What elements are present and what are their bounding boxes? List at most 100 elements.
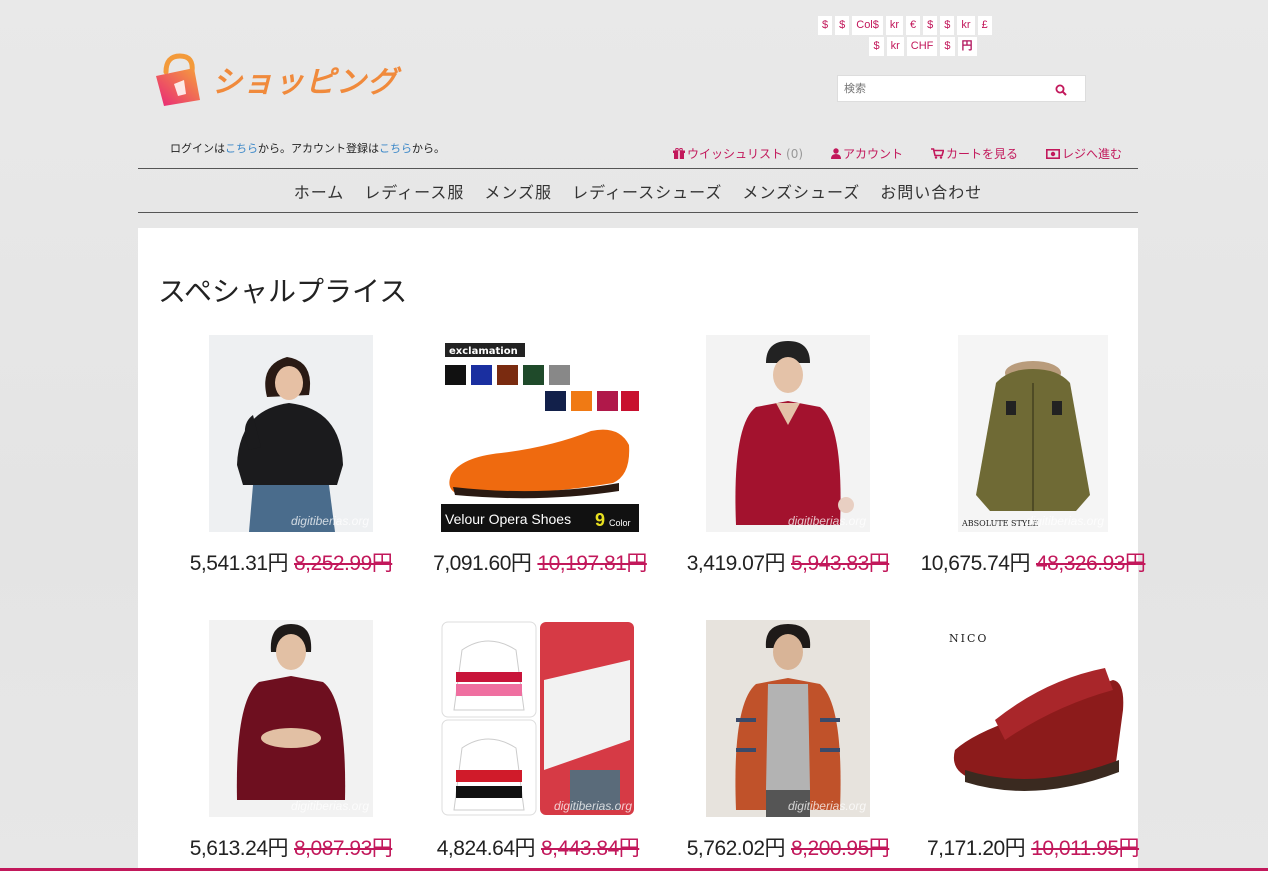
man-plaid-shirt-image xyxy=(706,620,870,817)
image-caption-color: Color xyxy=(609,518,631,528)
currency-option[interactable]: Col$ xyxy=(852,16,883,35)
product-card[interactable]: digitiberias.org 5,613.24円 8,087.93円 xyxy=(171,620,411,862)
current-price: 7,171.20円 xyxy=(926,837,1026,860)
product-image[interactable]: digitiberias.org xyxy=(209,620,373,817)
nav-item-ladies-shoes[interactable]: レディースシューズ xyxy=(572,179,722,203)
current-price: 5,762.02円 xyxy=(686,837,786,860)
red-leather-sandal-image: NICO xyxy=(935,620,1131,817)
orange-opera-shoe-image: exclamation Velour Opera Shoes 9 Color xyxy=(441,335,639,532)
watermark: digitiberias.org xyxy=(787,799,866,813)
section-title: スペシャルプライス xyxy=(158,275,408,308)
old-price: 8,252.99円 xyxy=(294,552,393,575)
currency-option-active[interactable]: 円 xyxy=(957,37,977,56)
product-image[interactable]: ABSOLUTE STYLE digitiberias.org xyxy=(958,335,1108,532)
current-price: 7,091.60円 xyxy=(433,552,532,575)
current-price: 3,419.07円 xyxy=(686,552,786,575)
currency-option[interactable]: kr xyxy=(886,37,904,56)
product-card[interactable]: digitiberias.org 5,541.31円 8,252.99円 xyxy=(171,335,411,577)
wishlist-link[interactable]: ウイッシュリスト (0) xyxy=(673,145,803,162)
watermark: digitiberias.org xyxy=(1025,514,1104,528)
currency-row-1: $ $ Col$ kr € $ $ kr £ xyxy=(818,16,1028,35)
brand-text: exclamation xyxy=(449,346,518,357)
product-image[interactable]: digitiberias.org xyxy=(706,335,870,532)
checkout-link[interactable]: レジへ進む xyxy=(1046,145,1122,162)
currency-option[interactable]: CHF xyxy=(906,37,938,56)
old-price: 5,943.83円 xyxy=(791,552,890,575)
cart-label: カートを見る xyxy=(946,147,1019,161)
currency-option[interactable]: $ xyxy=(818,16,833,35)
currency-option[interactable]: $ xyxy=(835,16,850,35)
currency-option[interactable]: kr xyxy=(957,16,975,35)
checkout-label: レジへ進む xyxy=(1062,147,1123,161)
login-link[interactable]: こちら xyxy=(225,142,258,155)
product-card[interactable]: exclamation Velour Opera Shoes 9 Color 7… xyxy=(420,335,660,577)
man-red-sweater-image xyxy=(706,335,870,532)
product-price: 5,762.02円 8,200.95円 xyxy=(668,832,908,862)
search-input[interactable] xyxy=(842,81,1046,96)
old-price: 48,326.93円 xyxy=(1036,552,1146,575)
currency-option[interactable]: $ xyxy=(923,16,938,35)
old-price: 10,197.81円 xyxy=(537,552,647,575)
product-image[interactable]: digitiberias.org xyxy=(706,620,870,817)
nav-item-ladies-clothes[interactable]: レディース服 xyxy=(364,179,464,203)
woman-black-hoodie-image xyxy=(209,335,373,532)
login-prefix: ログインは xyxy=(170,142,225,155)
product-card[interactable]: ABSOLUTE STYLE digitiberias.org 10,675.7… xyxy=(913,335,1153,577)
currency-option[interactable]: $ xyxy=(940,16,955,35)
current-price: 4,824.64円 xyxy=(436,837,536,860)
product-price: 4,824.64円 8,443.84円 xyxy=(418,832,658,862)
cart-link[interactable]: カートを見る xyxy=(931,145,1018,162)
cart-icon xyxy=(931,148,945,159)
account-link[interactable]: アカウント xyxy=(831,145,903,162)
current-price: 5,541.31円 xyxy=(189,552,289,575)
logo-text: ショッピング xyxy=(212,65,398,100)
account-label: アカウント xyxy=(843,147,904,161)
watermark: digitiberias.org xyxy=(787,514,866,528)
main-nav: ホーム レディース服 メンズ服 レディースシューズ メンズシューズ お問い合わせ xyxy=(138,168,1138,213)
product-card[interactable]: digitiberias.org 4,824.64円 8,443.84円 xyxy=(418,620,658,862)
sandal-brand-text: NICO xyxy=(949,632,988,645)
man-red-shirt-image xyxy=(209,620,373,817)
user-links: ウイッシュリスト (0) アカウント カートを見る レジへ進む xyxy=(673,145,1122,162)
old-price: 8,443.84円 xyxy=(541,837,640,860)
nav-item-mens-shoes[interactable]: メンズシューズ xyxy=(742,179,860,203)
image-caption: Velour Opera Shoes xyxy=(445,511,571,527)
product-card[interactable]: digitiberias.org 5,762.02円 8,200.95円 xyxy=(668,620,908,862)
pink-red-hoodies-image xyxy=(440,620,636,817)
nav-item-mens-clothes[interactable]: メンズ服 xyxy=(484,179,552,203)
currency-option[interactable]: € xyxy=(906,16,921,35)
current-price: 10,675.74円 xyxy=(920,552,1031,575)
login-suffix: から。 xyxy=(412,142,445,155)
image-caption-num: 9 xyxy=(595,510,605,530)
currency-selector: $ $ Col$ kr € $ $ kr £ $ kr CHF $ 円 xyxy=(818,16,1028,58)
search-icon xyxy=(1055,84,1067,96)
old-price: 8,087.93円 xyxy=(294,837,393,860)
old-price: 8,200.95円 xyxy=(791,837,890,860)
product-image[interactable]: exclamation Velour Opera Shoes 9 Color xyxy=(441,335,639,532)
product-card[interactable]: NICO digitiberias.org 7,171.20円 10,011.95… xyxy=(913,620,1153,862)
currency-option[interactable]: $ xyxy=(940,37,955,56)
currency-option[interactable]: £ xyxy=(977,16,992,35)
register-link[interactable]: こちら xyxy=(379,142,412,155)
main-content: スペシャルプライス digitiberias.org 5,541.31円 8,25… xyxy=(138,228,1146,871)
khaki-fur-coat-image: ABSOLUTE STYLE xyxy=(958,335,1108,532)
product-price: 7,171.20円 10,011.95円 xyxy=(913,832,1153,862)
product-card[interactable]: digitiberias.org 3,419.07円 5,943.83円 xyxy=(668,335,908,577)
product-image[interactable]: NICO digitiberias.org xyxy=(935,620,1131,817)
login-message: ログインはこちらから。アカウント登録はこちらから。 xyxy=(170,140,445,156)
product-price: 3,419.07円 5,943.83円 xyxy=(668,547,908,577)
site-logo[interactable]: ショッピング xyxy=(152,50,398,108)
product-image[interactable]: digitiberias.org xyxy=(209,335,373,532)
watermark: digitiberias.org xyxy=(1048,799,1127,813)
product-price: 5,613.24円 8,087.93円 xyxy=(171,832,411,862)
old-price: 10,011.95円 xyxy=(1031,837,1140,860)
wishlist-label: ウイッシュリスト xyxy=(687,147,784,161)
nav-item-contact[interactable]: お問い合わせ xyxy=(880,179,982,203)
product-price: 5,541.31円 8,252.99円 xyxy=(171,547,411,577)
currency-option[interactable]: kr xyxy=(885,16,904,35)
login-middle: から。アカウント登録は xyxy=(258,142,379,155)
nav-item-home[interactable]: ホーム xyxy=(294,179,345,203)
product-image[interactable]: digitiberias.org xyxy=(440,620,636,817)
currency-option[interactable]: $ xyxy=(869,37,884,56)
search-button[interactable] xyxy=(1055,81,1067,100)
